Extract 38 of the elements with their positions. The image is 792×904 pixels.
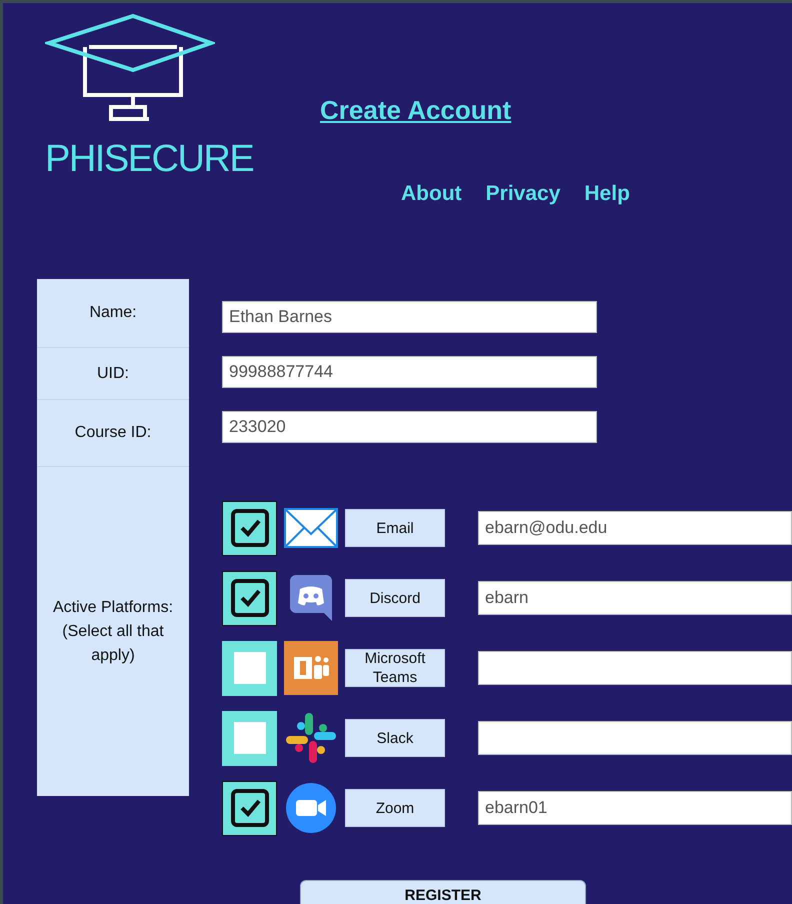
platform-label: Discord (345, 579, 445, 617)
platform-label: Email (345, 509, 445, 547)
platform-label: Microsoft Teams (345, 649, 445, 687)
check-icon (230, 509, 268, 547)
field-label: Active Platforms: (Select all that apply) (52, 598, 174, 666)
field-label: Course ID: (74, 423, 152, 443)
nav-link[interactable]: Privacy (486, 178, 560, 210)
nav-link[interactable]: About (401, 178, 462, 210)
checkbox-box (234, 722, 266, 754)
register-button[interactable]: REGISTER (300, 880, 586, 904)
page-title-link[interactable]: Create Account (320, 91, 630, 130)
platform-label: Slack (345, 719, 445, 757)
text-field[interactable]: ebarn@odu.edu (478, 511, 792, 545)
text-field[interactable] (478, 721, 792, 755)
people-tile-icon (284, 641, 338, 695)
check-icon (230, 789, 268, 827)
text-field[interactable] (478, 651, 792, 685)
nav-link[interactable]: Help (584, 178, 630, 210)
field-label: UID: (97, 364, 129, 384)
checkbox[interactable] (222, 780, 277, 836)
platform-label: Zoom (345, 789, 445, 827)
checkbox[interactable] (222, 640, 277, 696)
checkbox-box (234, 652, 266, 684)
text-field[interactable]: Ethan Barnes (222, 301, 597, 333)
text-field[interactable]: 99988877744 (222, 356, 597, 388)
text-field[interactable]: ebarn (478, 581, 792, 615)
check-icon (230, 579, 268, 617)
checkbox[interactable] (222, 570, 277, 626)
text-field[interactable]: ebarn01 (478, 791, 792, 825)
logo-wordmark: PHISECURE (45, 137, 254, 181)
video-camera-icon (286, 783, 336, 833)
text-field[interactable]: 233020 (222, 411, 597, 443)
checkbox[interactable] (222, 500, 277, 556)
field-label: Name: (89, 303, 137, 323)
envelope-icon (284, 508, 338, 548)
checkbox[interactable] (222, 710, 277, 766)
hash-pinwheel-icon (284, 711, 338, 765)
game-controller-chat-icon (290, 575, 332, 621)
